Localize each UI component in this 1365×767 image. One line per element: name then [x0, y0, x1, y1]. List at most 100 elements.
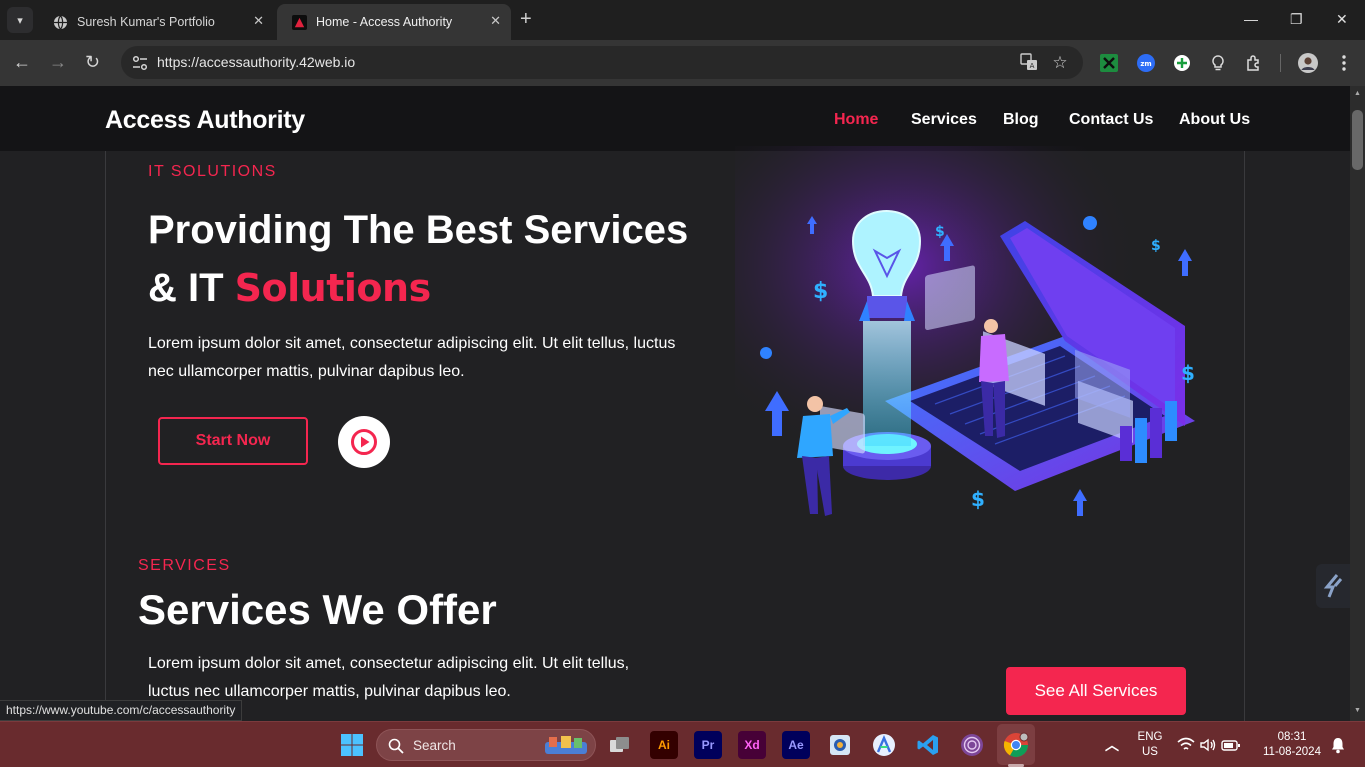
windows-start-icon[interactable] [338, 731, 366, 759]
zoom-extension-icon[interactable]: zm [1136, 53, 1156, 73]
services-paragraph: Lorem ipsum dolor sit amet, consectetur … [148, 650, 629, 706]
floating-widget-button[interactable] [1316, 564, 1350, 608]
site-logo[interactable]: Access Authority [105, 106, 305, 135]
system-tray-status[interactable] [1176, 731, 1242, 759]
volume-icon [1200, 738, 1216, 752]
page-scrollbar[interactable]: ▲ ▼ [1350, 86, 1365, 721]
hero-paragraph-line1: Lorem ipsum dolor sit amet, consectetur … [148, 335, 676, 352]
new-tab-icon[interactable]: + [520, 9, 532, 29]
svg-text:zm: zm [1140, 60, 1151, 68]
back-arrow-icon[interactable]: ← [13, 52, 31, 72]
task-view-icon[interactable] [606, 731, 634, 759]
after-effects-icon[interactable]: Ae [782, 731, 810, 759]
url-text[interactable]: https://accessauthority.42web.io [157, 54, 355, 70]
tab-title: Suresh Kumar's Portfolio [77, 15, 215, 29]
nav-about-us[interactable]: About Us [1179, 111, 1250, 129]
globe-icon [52, 14, 68, 30]
site-info-icon[interactable] [129, 53, 151, 73]
tab-access-authority[interactable]: Home - Access Authority ✕ [277, 4, 511, 40]
toolbar-divider [1280, 54, 1281, 72]
it-solutions-illustration: $ $ $ $ $ [735, 146, 1215, 546]
plus-extension-icon[interactable] [1172, 53, 1192, 73]
clock-time: 08:31 [1277, 731, 1307, 743]
taskbar-search[interactable]: Search [376, 729, 596, 761]
clock[interactable]: 08:31 11-08-2024 [1254, 730, 1330, 760]
tab-portfolio[interactable]: Suresh Kumar's Portfolio ✕ [38, 4, 274, 40]
vscode-icon[interactable] [914, 731, 942, 759]
hero-paragraph-line2: nec ullamcorper mattis, pulvinar dapibus… [148, 363, 465, 380]
svg-text:$: $ [1181, 361, 1195, 385]
services-title: Services We Offer [138, 586, 497, 633]
nav-blog[interactable]: Blog [1003, 111, 1039, 129]
language-indicator[interactable]: ENG US [1134, 730, 1166, 760]
svg-text:$: $ [935, 224, 945, 240]
site-header: Access Authority Home Services Blog Cont… [0, 86, 1350, 151]
nav-contact-us[interactable]: Contact Us [1069, 111, 1153, 129]
extensions-puzzle-icon[interactable] [1244, 53, 1264, 73]
hero-title-accent: Solutions [234, 266, 432, 310]
show-hidden-icons-chevron-icon[interactable]: ︿ [1098, 731, 1126, 759]
excel-extension-icon[interactable] [1099, 53, 1119, 73]
translate-icon[interactable]: A [1019, 53, 1039, 73]
region-code: US [1142, 746, 1158, 758]
services-eyebrow: SERVICES [138, 557, 231, 574]
browser-tab-bar: ▾ Suresh Kumar's Portfolio ✕ Home - Acce… [0, 0, 1365, 40]
close-icon[interactable]: ✕ [253, 13, 264, 29]
window-close-icon[interactable]: ✕ [1336, 11, 1348, 28]
hero-title-line1: Providing The Best Services [148, 208, 689, 252]
scroll-down-icon[interactable]: ▼ [1354, 707, 1361, 714]
bookmark-star-icon[interactable]: ☆ [1050, 53, 1070, 73]
scrollbar-thumb[interactable] [1352, 110, 1363, 170]
reload-icon[interactable]: ↻ [85, 52, 100, 72]
nav-services[interactable]: Services [911, 111, 977, 129]
svg-text:$: $ [1151, 238, 1161, 254]
xd-label: Xd [744, 738, 760, 752]
photo-viewer-icon[interactable] [826, 731, 854, 759]
forward-arrow-icon[interactable]: → [49, 52, 67, 72]
services-paragraph-line2: luctus nec ullamcorper mattis, pulvinar … [148, 683, 511, 700]
hero-paragraph: Lorem ipsum dolor sit amet, consectetur … [148, 330, 675, 386]
minimize-icon[interactable]: — [1244, 11, 1258, 27]
hero-title: Providing The Best Services & IT Solutio… [148, 201, 688, 317]
close-icon[interactable]: ✕ [490, 13, 501, 29]
premiere-pro-icon[interactable]: Pr [694, 731, 722, 759]
illustrator-label: Ai [658, 738, 670, 752]
see-all-services-button[interactable]: See All Services [1006, 667, 1186, 715]
restore-icon[interactable]: ❐ [1290, 11, 1303, 28]
hero-eyebrow: IT SOLUTIONS [148, 163, 277, 180]
browser-toolbar: ← → ↻ https://accessauthority.42web.io A… [0, 40, 1365, 86]
svg-text:$: $ [813, 279, 828, 304]
chrome-icon[interactable] [1002, 731, 1030, 759]
tab-search-button[interactable]: ▾ [7, 7, 33, 33]
nav-home[interactable]: Home [834, 111, 878, 129]
battery-icon [1221, 740, 1240, 751]
profile-avatar[interactable] [1298, 53, 1318, 73]
play-video-button[interactable] [338, 416, 390, 468]
search-icon [388, 738, 404, 754]
notification-bell-icon[interactable] [1324, 731, 1352, 759]
language-code: ENG [1137, 731, 1163, 743]
windows-taskbar: Search Ai Pr Xd Ae ︿ ENG US 08:31 11-08-… [0, 721, 1365, 767]
lightbulb-extension-icon[interactable] [1208, 53, 1228, 73]
menu-kebab-icon[interactable] [1334, 53, 1354, 73]
illustrator-icon[interactable]: Ai [650, 731, 678, 759]
android-studio-icon[interactable] [870, 731, 898, 759]
tor-browser-icon[interactable] [958, 731, 986, 759]
adobe-xd-icon[interactable]: Xd [738, 731, 766, 759]
lightning-logo-icon [1323, 574, 1343, 598]
search-placeholder: Search [413, 738, 456, 753]
scroll-up-icon[interactable]: ▲ [1354, 90, 1361, 97]
premiere-label: Pr [701, 738, 715, 752]
address-bar[interactable]: https://accessauthority.42web.io A ☆ [121, 46, 1083, 79]
chevron-down-icon: ▾ [17, 14, 23, 27]
play-icon [351, 429, 377, 455]
access-authority-logo-icon [291, 14, 307, 30]
svg-text:A: A [1030, 62, 1035, 70]
services-paragraph-line1: Lorem ipsum dolor sit amet, consectetur … [148, 655, 630, 672]
search-highlight-icon [545, 736, 587, 754]
link-status-bar: https://www.youtube.com/c/accessauthorit… [0, 700, 243, 721]
web-page: Access Authority Home Services Blog Cont… [0, 86, 1350, 721]
ae-label: Ae [788, 738, 804, 752]
tab-title: Home - Access Authority [316, 15, 453, 29]
start-now-button[interactable]: Start Now [158, 417, 308, 465]
